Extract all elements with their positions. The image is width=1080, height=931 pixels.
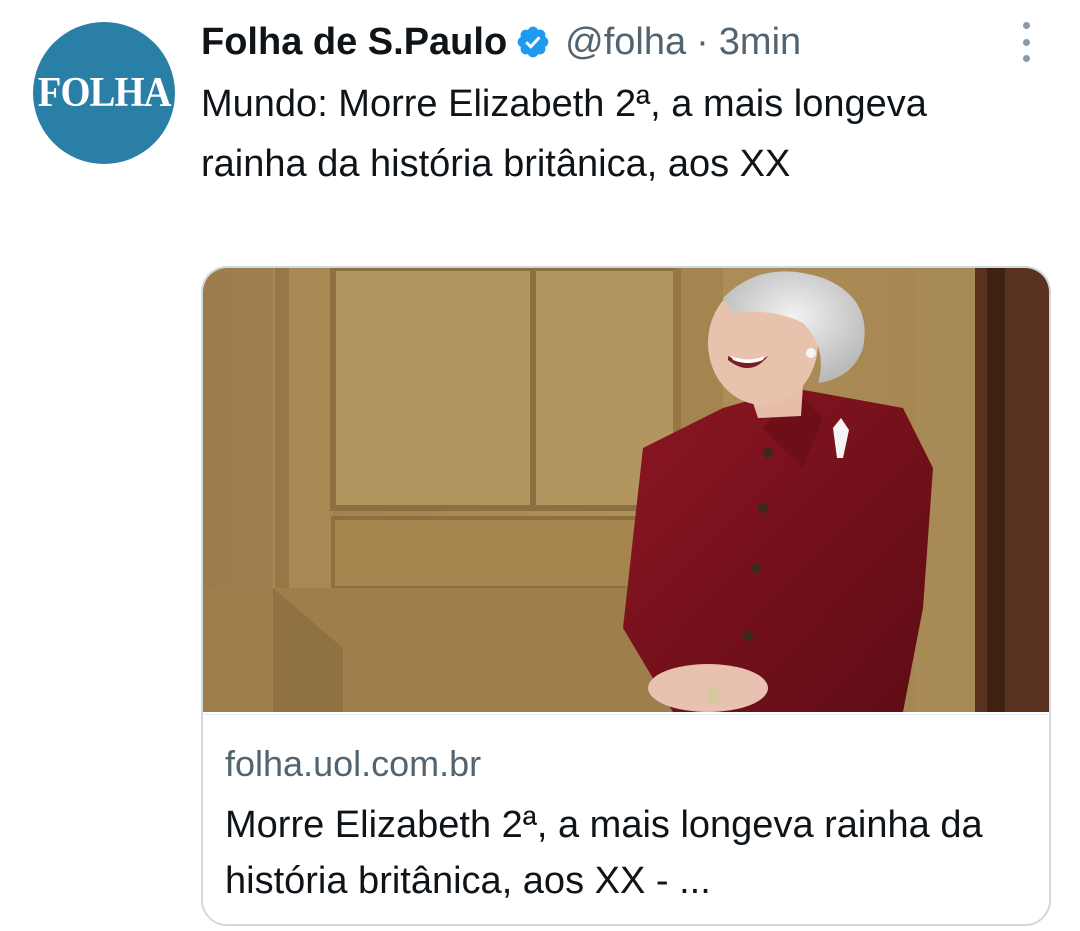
more-vertical-icon[interactable] — [1012, 22, 1040, 62]
verified-badge-icon — [517, 26, 549, 58]
news-photo-image — [203, 268, 1049, 712]
account-handle[interactable]: @folha — [565, 21, 686, 64]
tweet: FOLHA Folha de S.Paulo @folha · 3min Mun… — [0, 0, 1080, 931]
avatar[interactable]: FOLHA — [33, 22, 175, 164]
link-card-title: Morre Elizabeth 2ª, a mais longeva rainh… — [225, 804, 983, 902]
tweet-timestamp[interactable]: 3min — [719, 21, 801, 64]
link-card[interactable]: folha.uol.com.br Morre Elizabeth 2ª, a m… — [201, 266, 1051, 926]
link-card-domain: folha.uol.com.br — [225, 743, 482, 784]
tweet-text: Mundo: Morre Elizabeth 2ª, a mais longev… — [201, 83, 927, 185]
separator-dot: · — [696, 20, 709, 63]
display-name[interactable]: Folha de S.Paulo — [201, 21, 507, 64]
tweet-header: Folha de S.Paulo @folha · 3min — [201, 16, 801, 68]
avatar-logo-text: FOLHA — [37, 70, 172, 116]
link-card-body: folha.uol.com.br Morre Elizabeth 2ª, a m… — [203, 714, 1049, 924]
